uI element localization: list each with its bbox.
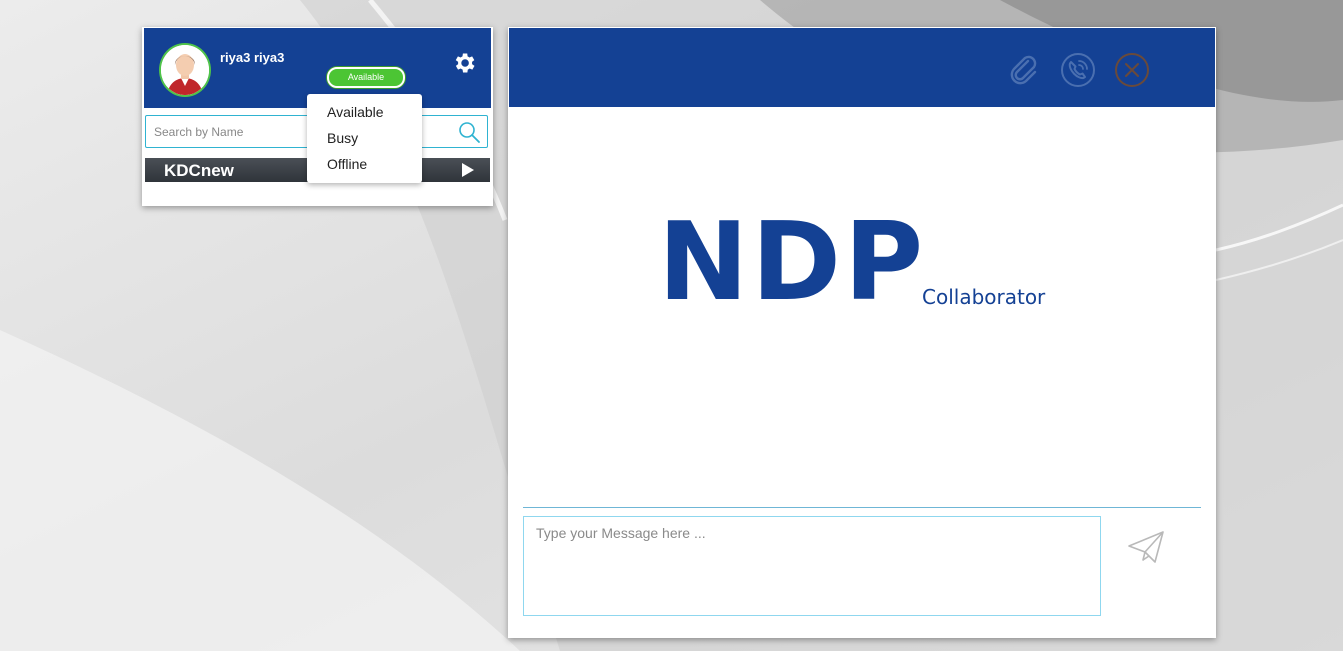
gear-icon[interactable] bbox=[451, 50, 477, 76]
app-logo: NDP Collaborator bbox=[658, 203, 1078, 323]
avatar-icon bbox=[161, 45, 209, 95]
paperclip-icon[interactable] bbox=[1006, 52, 1042, 88]
divider bbox=[523, 507, 1201, 508]
chat-panel: NDP Collaborator bbox=[508, 27, 1216, 638]
logo-main-text: NDP bbox=[658, 200, 927, 325]
status-option-offline[interactable]: Offline bbox=[327, 156, 367, 172]
message-input[interactable] bbox=[523, 516, 1101, 616]
play-icon[interactable] bbox=[461, 163, 474, 177]
close-icon[interactable] bbox=[1114, 52, 1150, 88]
status-option-busy[interactable]: Busy bbox=[327, 130, 358, 146]
send-icon[interactable] bbox=[1126, 529, 1166, 565]
user-name: riya3 riya3 bbox=[220, 50, 285, 65]
chat-header bbox=[509, 28, 1215, 107]
status-toggle-button[interactable]: Available bbox=[327, 67, 405, 88]
contact-name: KDCnew bbox=[164, 161, 234, 180]
search-icon[interactable] bbox=[457, 120, 481, 144]
status-option-available[interactable]: Available bbox=[327, 104, 384, 120]
logo-sub-text: Collaborator bbox=[922, 285, 1046, 309]
avatar[interactable] bbox=[159, 43, 211, 97]
status-dropdown-menu: Available Busy Offline bbox=[307, 94, 422, 183]
phone-icon[interactable] bbox=[1060, 52, 1096, 88]
